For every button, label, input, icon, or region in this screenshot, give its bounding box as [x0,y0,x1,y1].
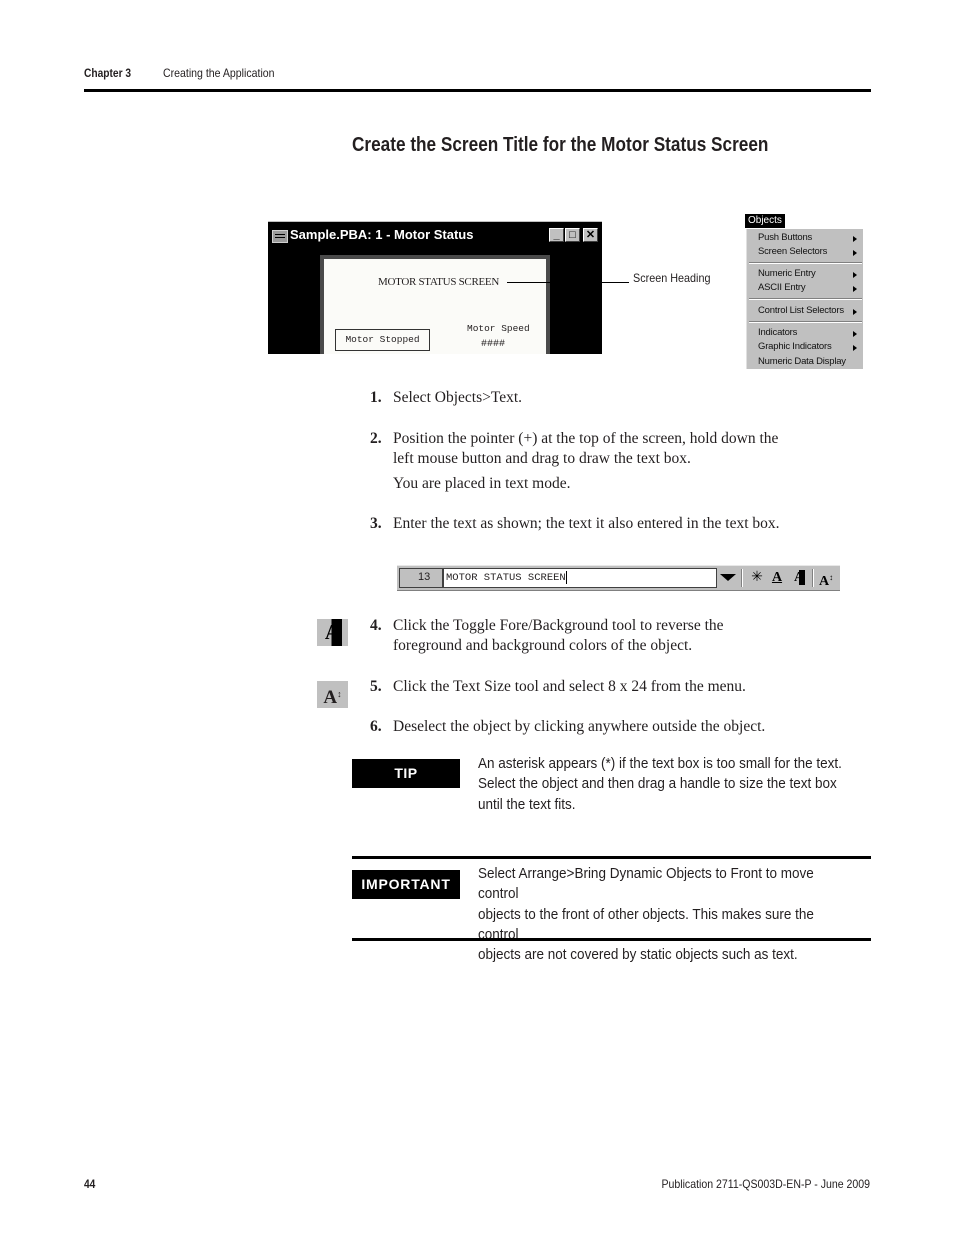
menu-item-ascii-entry[interactable]: ASCII Entry [758,282,806,293]
motor-status-window: Sample.PBA: 1 - Motor Status _ □ ✕ MOTOR… [268,221,602,354]
publication-info: Publication 2711-QS003D-EN-P - June 2009 [661,1177,870,1191]
step-text: Click the Text Size tool and select 8 x … [393,678,746,695]
important-rule-top [352,856,871,859]
submenu-arrow-icon [853,331,857,337]
objects-menu-title[interactable]: Objects [745,214,785,228]
menu-item-screen-selectors[interactable]: Screen Selectors [758,246,827,257]
dropdown-arrow-icon[interactable] [720,574,736,581]
text-caret [565,570,567,584]
screen-canvas[interactable]: MOTOR STATUS SCREEN Motor Stopped Motor … [320,255,550,354]
toolbar-separator [741,569,743,587]
submenu-arrow-icon [853,250,857,256]
toggle-fore-background-icon: A [317,619,348,646]
step-text: Position the pointer (+) at the top of t… [393,430,779,447]
tip-label: TIP [352,759,460,788]
step-text: foreground and background colors of the … [393,637,693,654]
menu-item-indicators[interactable]: Indicators [758,327,797,338]
header-rule [84,89,871,92]
menu-separator [749,298,862,300]
step-text: Select Objects>Text. [393,389,523,406]
step-number: 3. [370,515,382,532]
objects-menu-dropdown: Push Buttons Screen Selectors Numeric En… [746,229,863,369]
window-titlebar: Sample.PBA: 1 - Motor Status _ □ ✕ [268,224,602,246]
submenu-arrow-icon [853,272,857,278]
underline-icon[interactable]: A [767,569,787,587]
menu-bar: Objects [745,213,863,229]
important-label: IMPORTANT [352,870,460,899]
text-entry-value: MOTOR STATUS SCREEN [446,572,566,584]
step-number: 1. [370,389,382,406]
menu-item-control-list-selectors[interactable]: Control List Selectors [758,305,844,316]
step-number: 2. [370,430,382,447]
text-toolbar: 13 MOTOR STATUS SCREEN ✳ A A A↕ [397,565,840,591]
menu-separator [749,262,862,264]
step-text: Click the Toggle Fore/Background tool to… [393,617,724,634]
callout-label: Screen Heading [633,271,711,285]
motor-speed-display[interactable]: #### [481,339,505,350]
text-size-field[interactable]: 13 [399,568,443,588]
chapter-label: Chapter 3 [84,66,132,80]
menu-item-numeric-entry[interactable]: Numeric Entry [758,268,816,279]
text-size-icon: A↕ [317,681,348,708]
window-title: Sample.PBA: 1 - Motor Status [290,227,474,242]
menu-item-numeric-data-display[interactable]: Numeric Data Display [758,356,846,367]
submenu-arrow-icon [853,236,857,242]
step-text: Deselect the object by clicking anywhere… [393,718,766,735]
objects-menu: Objects Push Buttons Screen Selectors Nu… [745,213,863,369]
step-text: Enter the text as shown; the text it als… [393,515,780,532]
callout-line [507,282,629,283]
submenu-arrow-icon [853,309,857,315]
toolbar-separator [812,569,814,587]
menu-separator [749,321,862,323]
step-note: You are placed in text mode. [393,475,571,492]
screen-heading-text[interactable]: MOTOR STATUS SCREEN [378,276,499,288]
chapter-title: Creating the Application [163,66,275,80]
important-rule-bottom [352,938,871,941]
submenu-arrow-icon [853,286,857,292]
menu-item-push-buttons[interactable]: Push Buttons [758,232,812,243]
menu-item-graphic-indicators[interactable]: Graphic Indicators [758,341,832,352]
text-size-icon[interactable]: A↕ [816,569,836,589]
step-text: left mouse button and drag to draw the t… [393,450,691,467]
text-entry-field[interactable]: MOTOR STATUS SCREEN [443,568,717,588]
step-number: 4. [370,617,382,634]
important-text: Select Arrange>Bring Dynamic Objects to … [478,865,814,964]
blink-icon[interactable]: ✳ [747,569,767,587]
submenu-arrow-icon [853,345,857,351]
toggle-fore-background-icon[interactable]: A [789,569,809,587]
section-title: Create the Screen Title for the Motor St… [352,134,769,156]
close-button[interactable]: ✕ [583,228,598,242]
step-number: 6. [370,718,382,735]
window-system-icon[interactable] [272,230,288,243]
tip-text: An asterisk appears (*) if the text box … [478,755,842,813]
minimize-button[interactable]: _ [549,228,564,242]
maximize-button[interactable]: □ [565,228,580,242]
motor-stopped-indicator[interactable]: Motor Stopped [335,329,430,351]
page-number: 44 [84,1177,96,1191]
motor-speed-label[interactable]: Motor Speed [467,323,530,334]
step-number: 5. [370,678,382,695]
